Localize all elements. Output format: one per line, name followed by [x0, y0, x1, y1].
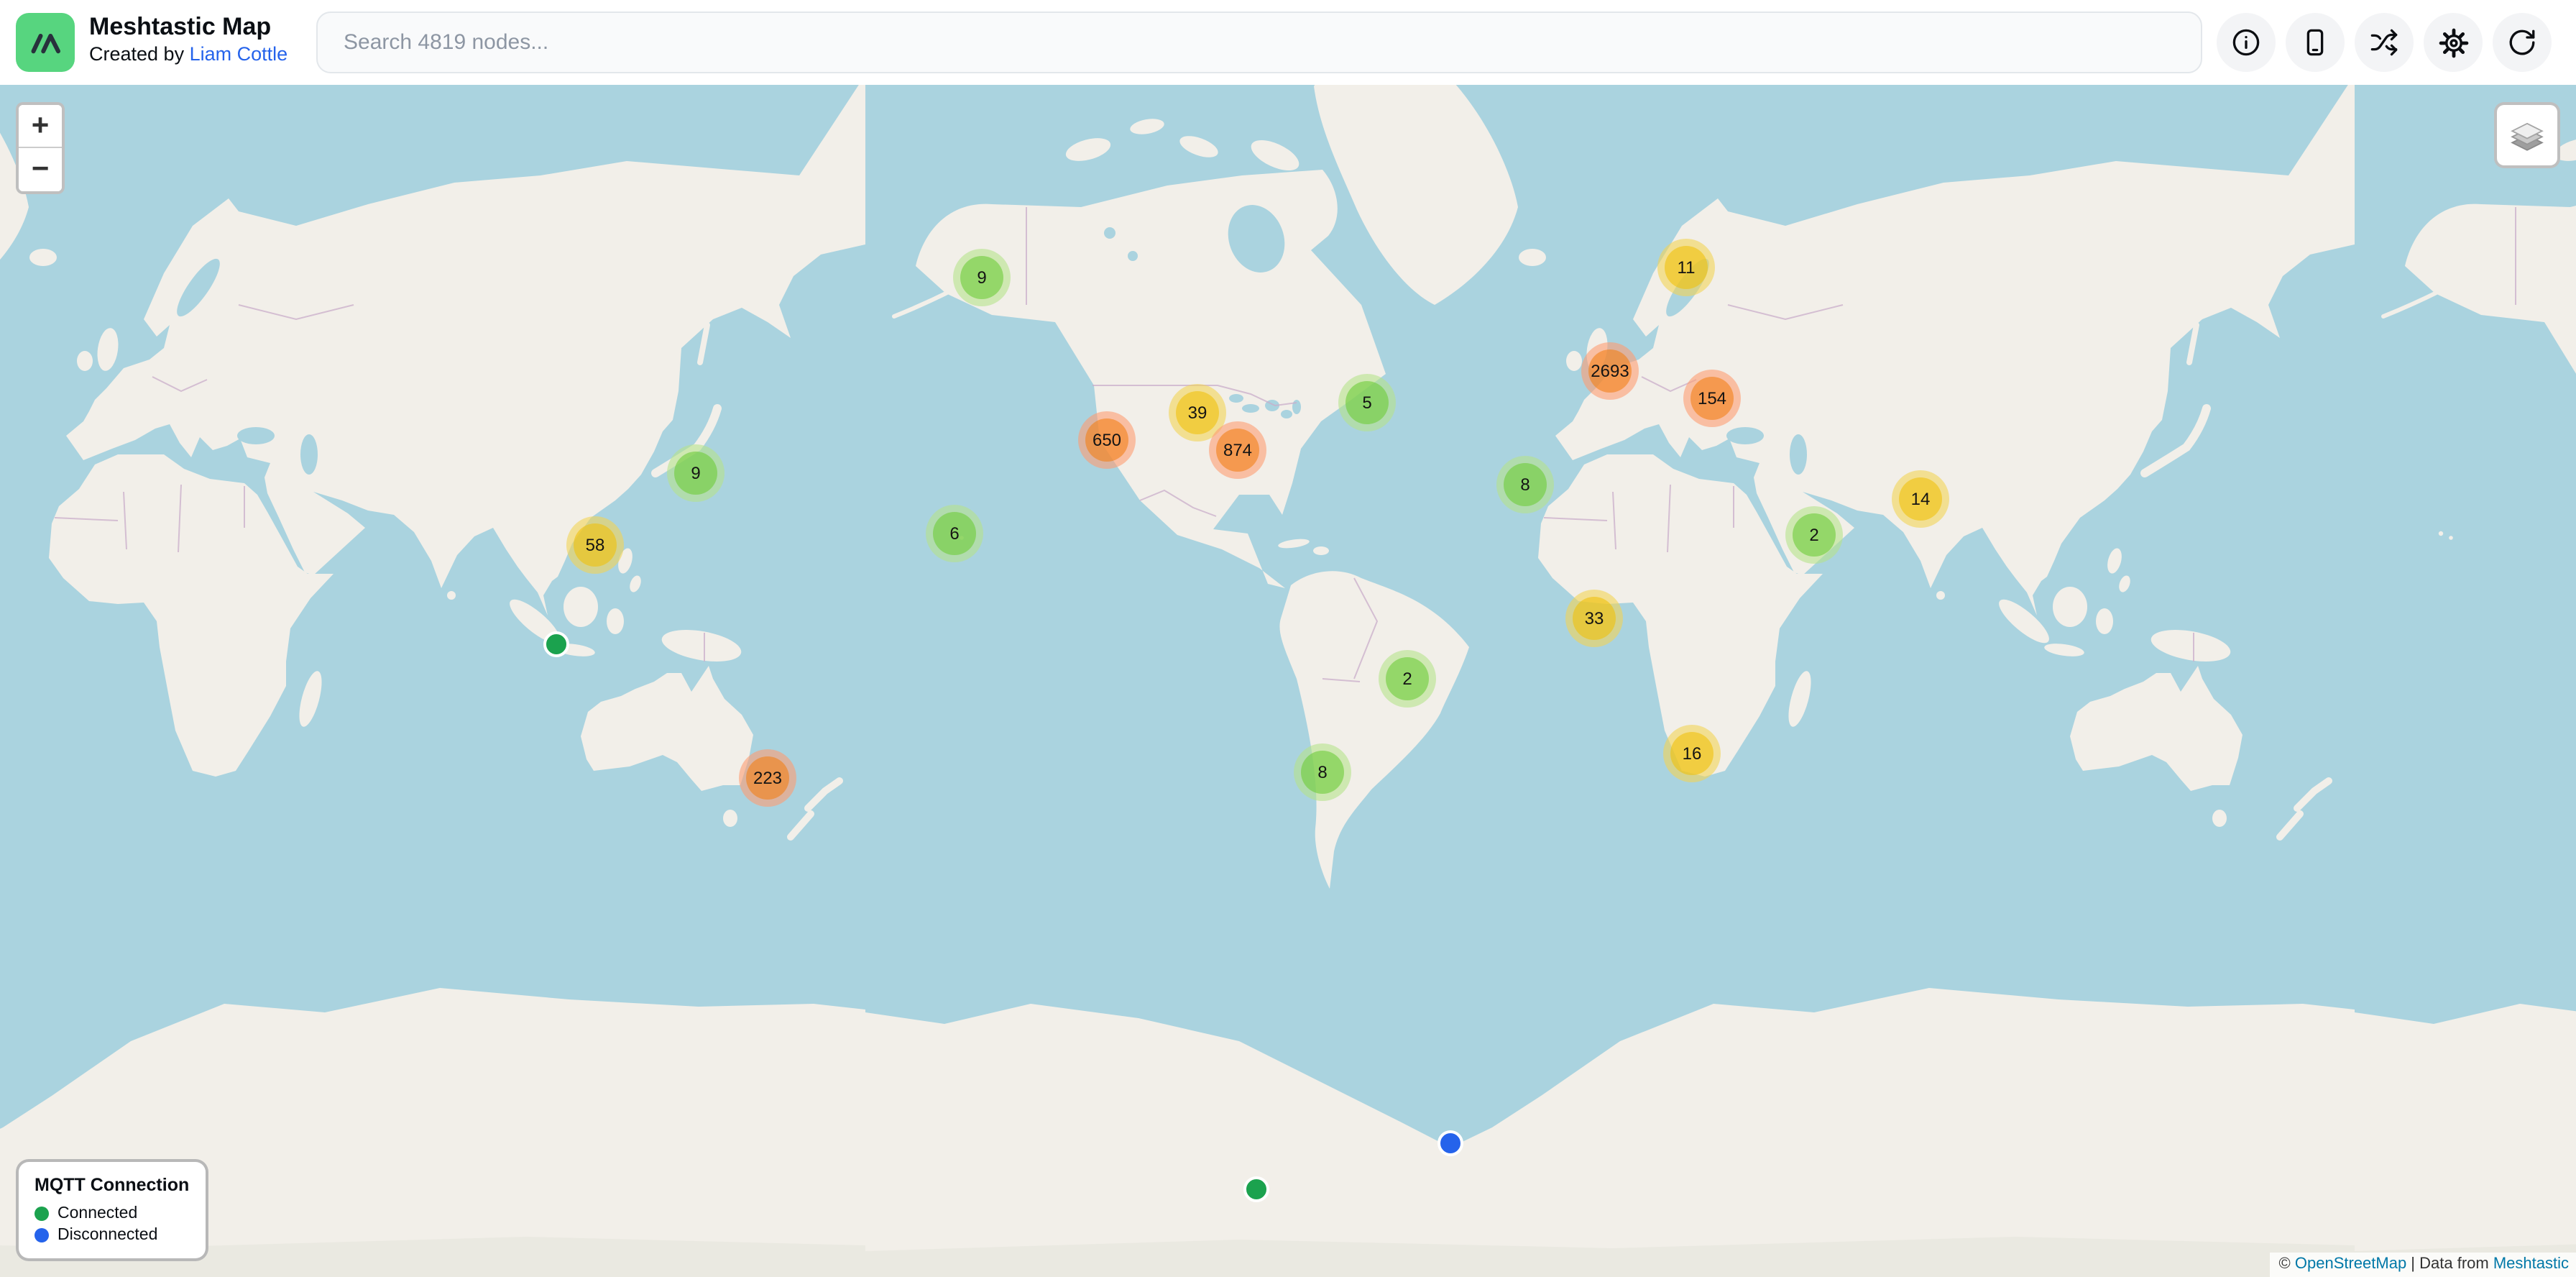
osm-link[interactable]: OpenStreetMap — [2295, 1255, 2406, 1273]
cluster-count: 33 — [1573, 597, 1616, 640]
cluster-marker[interactable]: 154 — [1683, 370, 1741, 427]
refresh-icon — [2507, 27, 2537, 58]
mqtt-legend: MQTT Connection Connected Disconnected — [16, 1159, 208, 1261]
cluster-count: 2693 — [1588, 349, 1632, 393]
zoom-in-button[interactable]: + — [19, 105, 62, 148]
cluster-marker[interactable]: 9 — [667, 444, 724, 502]
cluster-marker[interactable]: 223 — [739, 749, 796, 807]
node-marker-connected[interactable] — [1243, 1176, 1269, 1202]
node-marker-connected[interactable] — [543, 631, 569, 657]
settings-icon — [2437, 27, 2469, 58]
cluster-marker[interactable]: 8 — [1496, 456, 1554, 513]
cluster-marker[interactable]: 5 — [1338, 374, 1396, 431]
legend-title: MQTT Connection — [34, 1175, 189, 1195]
cluster-marker[interactable]: 11 — [1657, 239, 1715, 296]
map[interactable]: 9 39 650 874 5 11 2693 154 8 14 2 33 16 2 8 223 58 9 6 + −… — [0, 85, 2576, 1277]
cluster-count: 2 — [1793, 513, 1836, 557]
cluster-marker[interactable]: 2 — [1785, 506, 1843, 564]
cluster-count: 9 — [960, 256, 1003, 299]
shuffle-icon — [2369, 27, 2399, 58]
cluster-count: 650 — [1085, 418, 1128, 462]
meshtastic-link[interactable]: Meshtastic — [2493, 1255, 2569, 1273]
info-button[interactable] — [2217, 13, 2276, 72]
marker-layer: 9 39 650 874 5 11 2693 154 8 14 2 33 16 2 8 223 58 9 6 — [0, 85, 2576, 1277]
cluster-count: 223 — [746, 756, 789, 800]
refresh-button[interactable] — [2493, 13, 2552, 72]
cluster-marker[interactable]: 650 — [1078, 411, 1136, 469]
cluster-count: 5 — [1346, 381, 1389, 424]
cluster-marker[interactable]: 14 — [1892, 470, 1949, 528]
cluster-count: 58 — [574, 523, 617, 567]
layers-control[interactable] — [2494, 102, 2560, 168]
cluster-marker[interactable]: 9 — [953, 249, 1011, 306]
cluster-count: 874 — [1216, 429, 1259, 472]
title-block: Meshtastic Map Created by Liam Cottle — [89, 12, 288, 68]
cluster-count: 16 — [1670, 732, 1714, 775]
cluster-marker[interactable]: 874 — [1209, 421, 1266, 479]
legend-label: Connected — [58, 1205, 137, 1222]
connected-dot — [34, 1207, 49, 1221]
cluster-marker[interactable]: 8 — [1294, 743, 1351, 801]
layers-icon — [2506, 114, 2549, 157]
meshtastic-logo[interactable] — [16, 13, 75, 72]
cluster-marker[interactable]: 2693 — [1581, 342, 1639, 400]
zoom-control: + − — [16, 102, 65, 194]
cluster-count: 2 — [1386, 657, 1429, 700]
cluster-count: 39 — [1176, 391, 1219, 434]
cluster-marker[interactable]: 33 — [1565, 590, 1623, 647]
cluster-marker[interactable]: 58 — [566, 516, 624, 574]
copyright-text: © — [2279, 1255, 2295, 1273]
author-link[interactable]: Liam Cottle — [190, 44, 288, 65]
cluster-marker[interactable]: 6 — [926, 505, 983, 562]
cluster-marker[interactable]: 16 — [1663, 725, 1721, 782]
settings-button[interactable] — [2424, 13, 2483, 72]
cluster-count: 14 — [1899, 477, 1942, 521]
attribution: © OpenStreetMap | Data from Meshtastic — [2271, 1253, 2576, 1277]
cluster-count: 8 — [1504, 463, 1547, 506]
cluster-count: 8 — [1301, 751, 1344, 794]
mobile-app-button[interactable] — [2286, 13, 2345, 72]
attribution-middle-text: | Data from — [2406, 1255, 2493, 1273]
disconnected-dot — [34, 1228, 49, 1242]
info-icon — [2231, 27, 2261, 58]
page-title: Meshtastic Map — [89, 12, 288, 42]
zoom-out-button[interactable]: − — [19, 148, 62, 191]
cluster-count: 6 — [933, 512, 976, 555]
legend-item-connected: Connected — [34, 1205, 189, 1222]
node-marker-disconnected[interactable] — [1438, 1130, 1463, 1156]
legend-item-disconnected: Disconnected — [34, 1227, 189, 1244]
app: Meshtastic Map Created by Liam Cottle — [0, 0, 2576, 1277]
meshtastic-logo-icon — [24, 21, 67, 64]
search-input[interactable] — [316, 12, 2202, 73]
cluster-count: 154 — [1690, 377, 1734, 420]
cluster-count: 9 — [674, 452, 717, 495]
cluster-count: 11 — [1665, 246, 1708, 289]
legend-label: Disconnected — [58, 1227, 157, 1244]
created-by-text: Created by — [89, 44, 190, 65]
shuffle-button[interactable] — [2355, 13, 2414, 72]
smartphone-icon — [2300, 27, 2330, 58]
subtitle: Created by Liam Cottle — [89, 44, 288, 68]
cluster-marker[interactable]: 2 — [1379, 650, 1436, 708]
header: Meshtastic Map Created by Liam Cottle — [0, 0, 2576, 85]
